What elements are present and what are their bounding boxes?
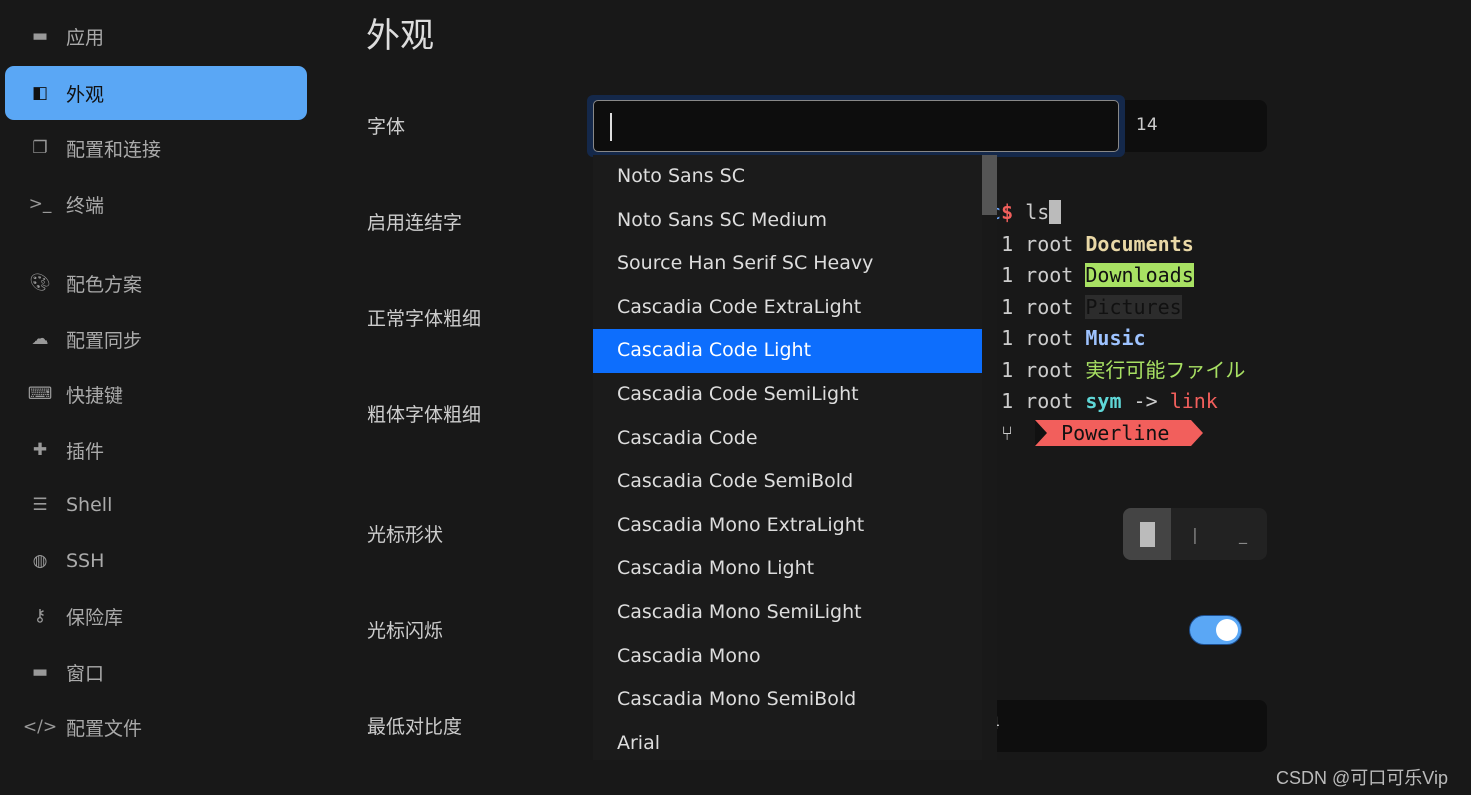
page-title: 外观 — [366, 16, 434, 56]
font-option[interactable]: Noto Sans SC — [593, 155, 982, 199]
cursor-shape-selector: | _ — [1123, 508, 1267, 560]
cursor-blink-label: 光标闪烁 — [367, 620, 444, 642]
key-icon: ⚷ — [33, 606, 47, 626]
cloud-icon: ☁ — [31, 329, 49, 349]
powerline-segment: Powerline — [1035, 419, 1204, 446]
watermark: CSDN @可口可乐Vip — [1276, 768, 1448, 788]
text-caret — [610, 113, 612, 141]
puzzle-icon: ✚ — [32, 440, 48, 460]
toggle-knob — [1216, 619, 1238, 641]
font-option[interactable]: Arial — [593, 722, 982, 760]
font-option[interactable]: Cascadia Mono SemiBold — [593, 678, 982, 722]
ligatures-label: 启用连结字 — [367, 212, 463, 234]
palette-swatch-icon: ◧ — [31, 83, 49, 103]
sidebar-item-window[interactable]: ▬ 窗口 — [5, 645, 307, 699]
git-branch-icon: ⑂ — [1001, 420, 1014, 445]
font-option[interactable]: Cascadia Mono — [593, 635, 982, 679]
font-option[interactable]: Cascadia Mono SemiLight — [593, 591, 982, 635]
palette-icon: 🎨︎ — [29, 273, 51, 293]
sidebar-item-profiles[interactable]: ❐ 配置和连接 — [5, 121, 307, 175]
sidebar-item-vault[interactable]: ⚷ 保险库 — [5, 589, 307, 643]
font-option[interactable]: Cascadia Code Light — [593, 329, 982, 373]
min-contrast-label: 最低对比度 — [367, 716, 463, 738]
font-option[interactable]: Noto Sans SC Medium — [593, 199, 982, 243]
font-input[interactable] — [587, 95, 1125, 157]
block-cursor-icon — [1139, 521, 1155, 547]
font-option[interactable]: Cascadia Mono ExtraLight — [593, 504, 982, 548]
terminal-icon: >_ — [28, 194, 52, 214]
sidebar-item-appearance[interactable]: ◧ 外观 — [5, 66, 307, 120]
cursor-underline-button[interactable]: _ — [1219, 508, 1267, 560]
cursor-blink-toggle[interactable] — [1189, 615, 1242, 645]
font-dropdown: Noto Sans SC Noto Sans SC Medium Source Ha… — [593, 155, 997, 760]
font-option[interactable]: Cascadia Mono Light — [593, 547, 982, 591]
normal-weight-label: 正常字体粗细 — [367, 308, 482, 330]
font-size-input[interactable]: 14 — [1120, 100, 1267, 152]
font-input-field[interactable] — [593, 100, 1119, 152]
scrollbar-thumb[interactable] — [982, 155, 997, 215]
min-contrast-input[interactable]: 4 — [975, 700, 1267, 752]
sidebar-item-color-scheme[interactable]: 🎨︎ 配色方案 — [5, 256, 307, 310]
font-option[interactable]: Cascadia Code — [593, 417, 982, 461]
windows-stack-icon: ❐ — [32, 138, 48, 158]
terminal-preview: pc$ ls x 1 root Documents x 1 root Downl… — [977, 200, 1246, 446]
cursor-beam-button[interactable]: | — [1171, 508, 1219, 560]
sidebar-item-config-file[interactable]: </> 配置文件 — [5, 700, 307, 754]
sidebar-item-sync[interactable]: ☁ 配置同步 — [5, 312, 307, 366]
sidebar-item-shell[interactable]: ☰ Shell — [5, 478, 307, 532]
sidebar-item-app[interactable]: ▬ 应用 — [5, 9, 307, 63]
sidebar-item-plugins[interactable]: ✚ 插件 — [5, 423, 307, 477]
list-icon: ☰ — [32, 495, 48, 515]
globe-icon: ◍ — [32, 551, 48, 571]
cursor-shape-label: 光标形状 — [367, 524, 444, 546]
font-option-list: Noto Sans SC Noto Sans SC Medium Source Ha… — [593, 155, 982, 760]
sidebar-item-terminal[interactable]: >_ 终端 — [5, 177, 307, 231]
bold-weight-label: 粗体字体粗细 — [367, 404, 482, 426]
sidebar-item-hotkeys[interactable]: ⌨ 快捷键 — [5, 367, 307, 421]
sidebar-item-ssh[interactable]: ◍ SSH — [5, 534, 307, 588]
font-option[interactable]: Cascadia Code ExtraLight — [593, 286, 982, 330]
font-option[interactable]: Cascadia Code SemiBold — [593, 460, 982, 504]
window-icon: ▬ — [31, 26, 49, 46]
font-option[interactable]: Source Han Serif SC Heavy — [593, 242, 982, 286]
scrollbar[interactable] — [982, 155, 997, 760]
code-icon: </> — [22, 717, 58, 737]
keyboard-icon: ⌨ — [27, 384, 53, 404]
cursor-block-button[interactable] — [1123, 508, 1171, 560]
font-label: 字体 — [367, 116, 406, 138]
window-icon: ▬ — [31, 662, 49, 682]
font-option[interactable]: Cascadia Code SemiLight — [593, 373, 982, 417]
